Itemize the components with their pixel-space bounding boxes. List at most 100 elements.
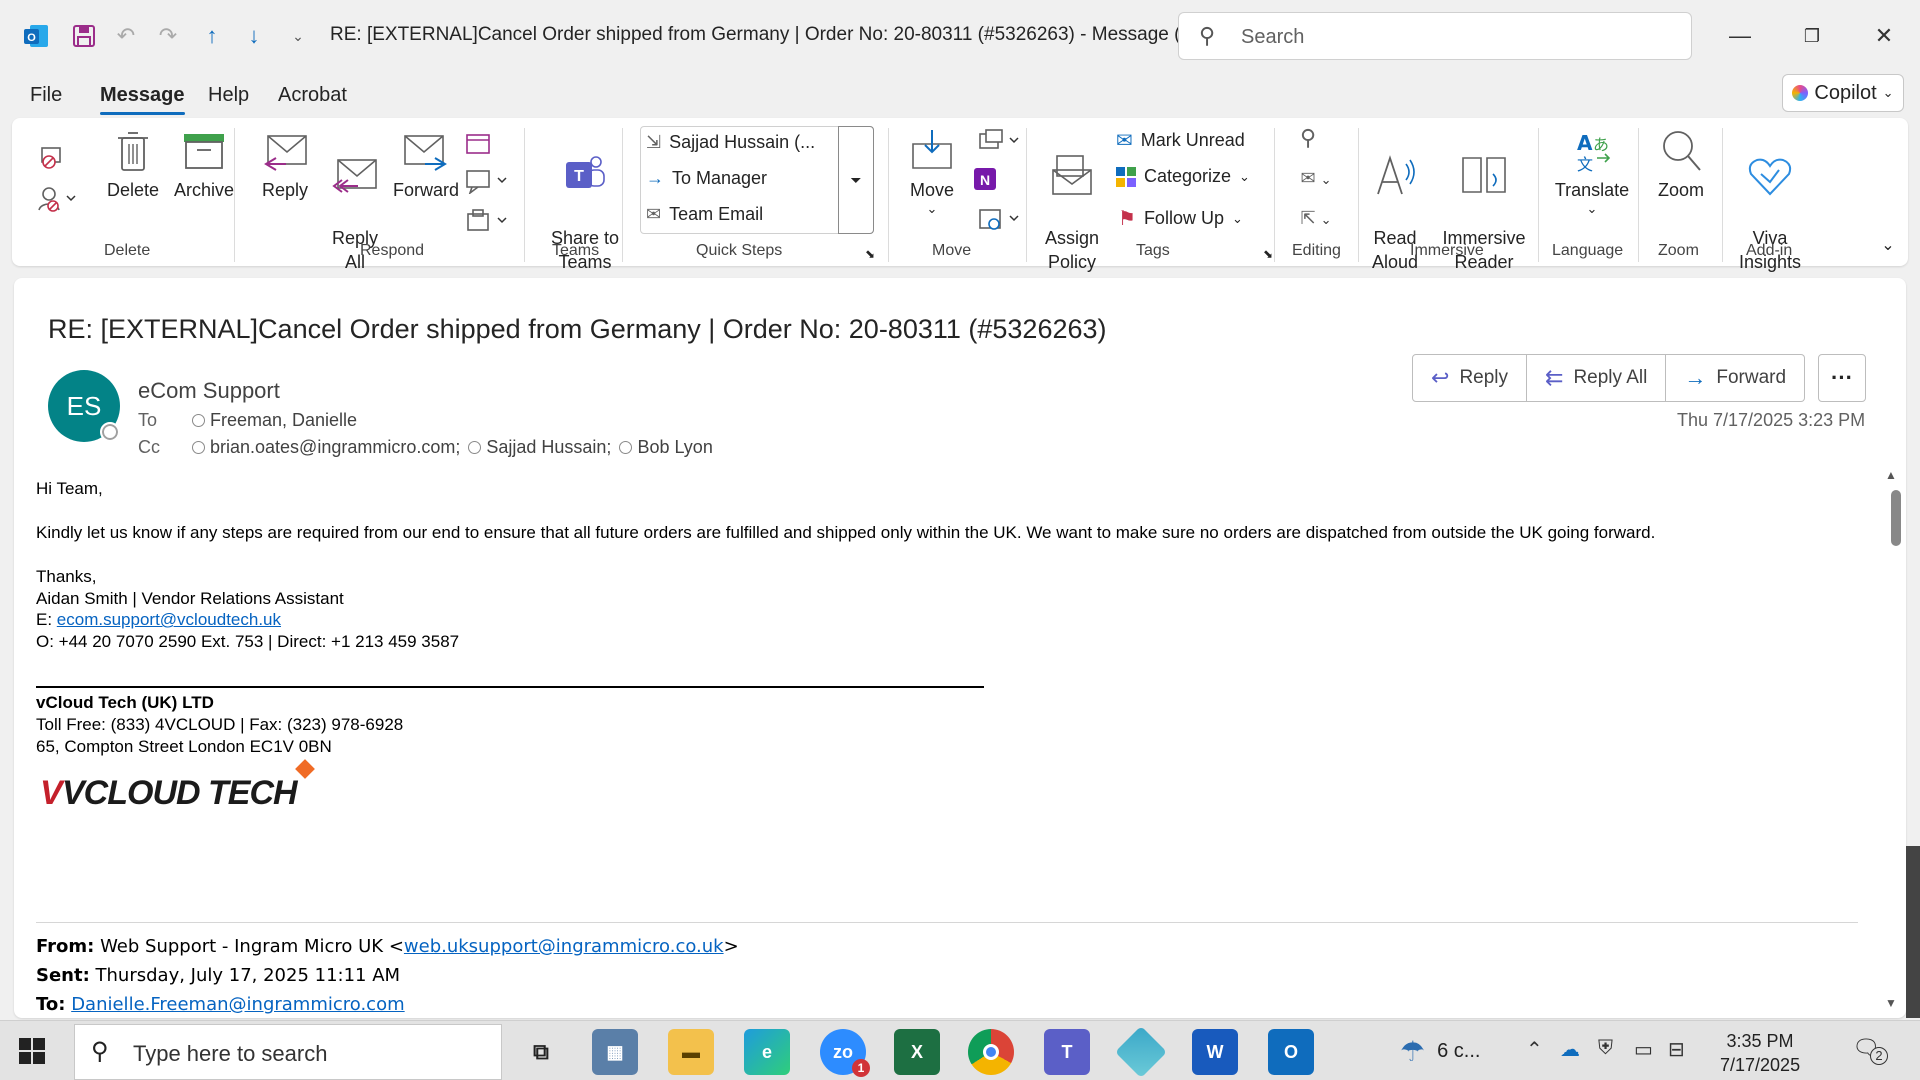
notifications-icon[interactable]: 🗨 2 bbox=[1852, 1035, 1888, 1065]
restore-button[interactable]: ❐ bbox=[1784, 14, 1840, 58]
move-to-folder-icon: ⇲ bbox=[646, 132, 662, 152]
network-icon[interactable]: ⊟ bbox=[1668, 1037, 1685, 1062]
zoom-button[interactable]: Zoom bbox=[1646, 128, 1716, 202]
message-subject: RE: [EXTERNAL]Cancel Order shipped from … bbox=[48, 314, 1107, 344]
taskbar-search-input[interactable]: ⚲ Type here to search bbox=[74, 1024, 502, 1080]
tab-help[interactable]: Help bbox=[208, 84, 249, 107]
presence-icon bbox=[192, 441, 205, 454]
quick-steps-expand-button[interactable]: ⏷ bbox=[838, 126, 874, 234]
app-icon[interactable] bbox=[1114, 1025, 1168, 1079]
to-email-link[interactable]: Danielle.Freeman@ingrammicro.com bbox=[71, 994, 404, 1015]
cc-recipient[interactable]: Bob Lyon bbox=[637, 437, 712, 458]
scrollbar[interactable]: ▲ ▼ bbox=[1884, 468, 1900, 1010]
clock[interactable]: 3:35 PM 7/17/2025 bbox=[1720, 1029, 1800, 1077]
from-label: From: bbox=[36, 936, 95, 957]
edge-browser-icon[interactable]: e bbox=[744, 1029, 790, 1075]
archive-button[interactable]: Archive bbox=[164, 128, 244, 202]
file-explorer-icon[interactable]: ▬ bbox=[668, 1029, 714, 1075]
window-title: RE: [EXTERNAL]Cancel Order shipped from … bbox=[330, 24, 1197, 45]
move-button[interactable]: Move ⌄ bbox=[896, 128, 968, 216]
redo-icon[interactable]: ↷ bbox=[150, 18, 186, 54]
reply-all-button[interactable]: ⇇ Reply All bbox=[1527, 354, 1667, 402]
clock-time: 3:35 PM bbox=[1726, 1031, 1794, 1051]
umbrella-icon: ☂ bbox=[1400, 1036, 1426, 1067]
delete-button[interactable]: Delete bbox=[98, 128, 168, 202]
taskbar: ⚲ Type here to search ⧉ ▦ ▬ e zo 1 X T W… bbox=[0, 1020, 1920, 1080]
zoom-icon bbox=[1663, 131, 1701, 171]
cc-recipient[interactable]: Sajjad Hussain; bbox=[486, 437, 611, 458]
quick-step-team-email[interactable]: ✉ Team Email bbox=[646, 204, 763, 225]
signature-email-link[interactable]: ecom.support@vcloudtech.uk bbox=[57, 610, 281, 629]
to-recipient[interactable]: Freeman, Danielle bbox=[210, 410, 357, 431]
search-input[interactable]: ⚲ Search bbox=[1178, 12, 1692, 60]
tab-file[interactable]: File bbox=[30, 84, 62, 107]
quick-steps-dialog-launcher[interactable]: ⬊ bbox=[860, 242, 880, 266]
quick-step-to-manager[interactable]: → To Manager bbox=[646, 168, 767, 189]
more-actions-button[interactable]: ··· bbox=[1818, 354, 1866, 402]
task-view-icon[interactable]: ⧉ bbox=[518, 1029, 564, 1075]
search-placeholder: Search bbox=[1241, 26, 1305, 48]
previous-item-icon[interactable]: ↑ bbox=[194, 18, 230, 54]
tab-message[interactable]: Message bbox=[100, 84, 185, 115]
categorize-button[interactable]: Categorize ⌄ bbox=[1116, 166, 1250, 187]
minimize-button[interactable]: — bbox=[1712, 14, 1768, 58]
actions-button[interactable] bbox=[970, 206, 1030, 238]
outlook-taskbar-icon[interactable]: O bbox=[1268, 1029, 1314, 1075]
junk-button[interactable] bbox=[32, 184, 82, 220]
im-reply-button[interactable] bbox=[458, 168, 518, 200]
onedrive-icon[interactable]: ☁ bbox=[1560, 1037, 1580, 1062]
zoom-label: Zoom bbox=[1657, 180, 1704, 200]
zoom-app-icon[interactable]: zo 1 bbox=[820, 1029, 870, 1077]
from-email-link[interactable]: web.uksupport@ingrammicro.co.uk bbox=[404, 936, 724, 957]
follow-up-button[interactable]: ⚑ Follow Up ⌄ bbox=[1118, 206, 1243, 231]
scrollbar-thumb[interactable] bbox=[1891, 490, 1901, 546]
svg-text:N: N bbox=[980, 172, 990, 188]
forward-button[interactable]: → Forward bbox=[1666, 354, 1806, 402]
teams-app-icon[interactable]: T bbox=[1044, 1029, 1090, 1075]
forward-label: Forward bbox=[392, 180, 459, 200]
assign-policy-button[interactable]: Assign Policy bbox=[1036, 128, 1108, 274]
undo-icon[interactable]: ↶ bbox=[108, 18, 144, 54]
show-hidden-icons-icon[interactable]: ⌃ bbox=[1526, 1037, 1543, 1062]
weather-widget[interactable]: ☂ 6 c... bbox=[1400, 1035, 1480, 1068]
security-icon[interactable]: ⛨ bbox=[1598, 1037, 1613, 1060]
group-separator bbox=[1026, 128, 1027, 262]
rules-button[interactable] bbox=[970, 128, 1030, 160]
select-button[interactable]: ⇱ ⌄ bbox=[1288, 206, 1344, 232]
ignore-button[interactable] bbox=[32, 142, 72, 178]
search-icon: ⚲ bbox=[1199, 23, 1216, 48]
save-icon[interactable] bbox=[66, 18, 102, 54]
chrome-icon[interactable] bbox=[968, 1029, 1014, 1075]
forward-ribbon-button[interactable]: Forward bbox=[386, 128, 466, 202]
find-button[interactable]: ⚲ bbox=[1288, 126, 1328, 150]
actions-icon bbox=[979, 209, 1019, 230]
tab-acrobat[interactable]: Acrobat bbox=[278, 84, 347, 107]
copilot-button[interactable]: Copilot ⌄ bbox=[1782, 74, 1904, 112]
chevron-down-icon: ⌄ bbox=[1320, 212, 1332, 227]
meeting-reply-button[interactable] bbox=[458, 130, 498, 162]
reply-button[interactable]: ↩ Reply bbox=[1412, 354, 1528, 402]
more-respond-button[interactable] bbox=[458, 208, 518, 240]
excel-icon[interactable]: X bbox=[894, 1029, 940, 1075]
mark-unread-button[interactable]: ✉ Mark Unread bbox=[1116, 128, 1245, 153]
reply-ribbon-button[interactable]: Reply bbox=[252, 128, 318, 202]
translate-button[interactable]: Aあ文 Translate ⌄ bbox=[1550, 128, 1634, 216]
next-item-icon[interactable]: ↓ bbox=[236, 18, 272, 54]
sender-name[interactable]: eCom Support bbox=[138, 378, 280, 404]
weather-label: 6 c... bbox=[1437, 1040, 1481, 1062]
word-icon[interactable]: W bbox=[1192, 1029, 1238, 1075]
collapse-ribbon-button[interactable]: ⌄ bbox=[1878, 234, 1898, 258]
scroll-up-icon[interactable]: ▲ bbox=[1885, 468, 1897, 482]
tags-dialog-launcher[interactable]: ⬊ bbox=[1258, 242, 1278, 266]
related-button[interactable]: ✉ ⌄ bbox=[1288, 166, 1344, 192]
battery-icon[interactable]: ▭ bbox=[1634, 1037, 1653, 1062]
customize-toolbar-icon[interactable]: ⌄ bbox=[280, 18, 316, 54]
calculator-icon[interactable]: ▦ bbox=[592, 1029, 638, 1075]
windows-start-icon[interactable] bbox=[18, 1037, 46, 1065]
close-button[interactable]: ✕ bbox=[1856, 14, 1912, 58]
quick-step-sajjad[interactable]: ⇲ Sajjad Hussain (... bbox=[646, 132, 815, 153]
scroll-down-icon[interactable]: ▼ bbox=[1885, 996, 1897, 1010]
cc-recipient[interactable]: brian.oates@ingrammicro.com; bbox=[210, 437, 460, 458]
onenote-button[interactable]: N bbox=[970, 166, 1000, 198]
mark-unread-label: Mark Unread bbox=[1140, 130, 1245, 150]
